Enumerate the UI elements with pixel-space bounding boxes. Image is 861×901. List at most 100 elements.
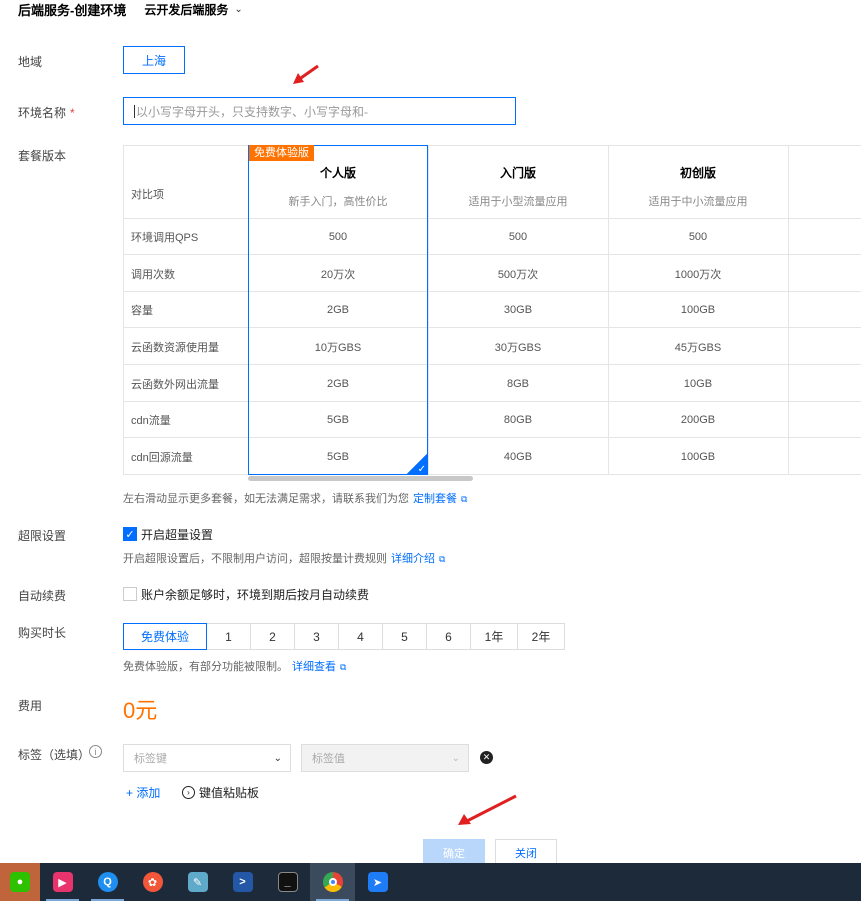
duration-option[interactable]: 1年 — [470, 623, 518, 650]
external-link-icon: ⧉ — [340, 662, 347, 672]
play-circle-icon: › — [182, 786, 195, 799]
plan-desc: 适用于中小流量应用 — [648, 196, 748, 208]
powershell-icon[interactable]: > — [220, 863, 265, 901]
selected-plan-frame[interactable] — [248, 145, 428, 475]
annotation-arrow-icon — [293, 64, 319, 84]
plan-value-cell: 30GB — [428, 292, 608, 328]
plan-header-cell: 适用于 — [788, 145, 861, 219]
tags-label: 标签（选填） — [18, 748, 91, 762]
detail-view-link[interactable]: 详细查看 — [292, 661, 336, 673]
plan-value-cell: 10GB — [608, 366, 788, 402]
page-header: 后端服务-创建环境 云开发后端服务 ⌄ — [18, 0, 243, 18]
plan-value-cell: 1000万次 — [608, 256, 788, 292]
plan-row-headers: 对比项 环境调用QPS 调用次数 容量 云函数资源使用量 云函数外网出流量 cdn流量 cdn… — [123, 145, 248, 475]
info-icon[interactable]: i — [89, 745, 102, 758]
region-button[interactable]: 上海 — [123, 46, 185, 74]
wechat-icon[interactable]: ● — [0, 863, 40, 901]
horizontal-scrollbar[interactable] — [248, 476, 473, 481]
chevron-down-icon: ⌄ — [451, 752, 460, 764]
region-label: 地域 — [18, 55, 43, 69]
annotation-arrow-icon — [458, 794, 517, 825]
duration-option[interactable]: 免费体验 — [123, 623, 207, 650]
autorenew-checkbox[interactable] — [123, 587, 137, 601]
duration-options: 免费体验 1 2 3 4 5 6 1年 2年 — [123, 623, 565, 650]
row-header-cell: cdn流量 — [123, 402, 248, 438]
plan-name: 入门版 — [499, 166, 536, 180]
plan-value-cell: 80GB — [428, 402, 608, 438]
terminal-icon[interactable]: _ — [265, 863, 310, 901]
duration-option[interactable]: 2年 — [517, 623, 565, 650]
plan-value-cell — [788, 366, 861, 402]
row-header-cell: cdn回源流量 — [123, 439, 248, 475]
free-trial-tag: 免费体验版 — [249, 145, 314, 161]
page-title: 后端服务-创建环境 — [18, 2, 127, 18]
overlimit-label: 超限设置 — [18, 529, 67, 543]
overlimit-checkbox[interactable]: ✓ — [123, 527, 137, 541]
tag-value-select: 标签值 ⌄ — [301, 744, 469, 772]
plan-value-cell: 30万GBS — [428, 329, 608, 365]
plan-value-cell: 8GB — [428, 366, 608, 402]
autorenew-checkbox-label[interactable]: 账户余额足够时，环境到期后按月自动续费 — [141, 586, 369, 603]
plan-header-cell: 对比项 — [123, 145, 248, 219]
plan-value-cell: 6 — [788, 329, 861, 365]
row-header-cell: 调用次数 — [123, 256, 248, 292]
plan-label: 套餐版本 — [18, 149, 67, 163]
row-header-cell: 环境调用QPS — [123, 219, 248, 255]
duration-option[interactable]: 5 — [382, 623, 427, 650]
remove-tag-icon[interactable]: ✕ — [480, 751, 493, 764]
row-header-cell: 容量 — [123, 292, 248, 328]
plan-value-cell — [788, 292, 861, 328]
plan-value-cell: 40GB — [428, 439, 608, 475]
duration-option[interactable]: 4 — [338, 623, 383, 650]
service-dropdown[interactable]: 云开发后端服务 — [144, 1, 228, 18]
plan-value-cell: 500 — [608, 219, 788, 255]
weibo-like-icon[interactable]: ✿ — [130, 863, 175, 901]
add-tag-link[interactable]: + 添加 — [126, 784, 160, 801]
duration-option[interactable]: 3 — [294, 623, 339, 650]
search-app-icon[interactable]: Q — [85, 863, 130, 901]
duration-option[interactable]: 1 — [206, 623, 251, 650]
kv-clipboard-button[interactable]: › 键值粘贴板 — [182, 784, 259, 801]
pink-app-icon[interactable]: ▶ — [40, 863, 85, 901]
plan-table: 对比项 环境调用QPS 调用次数 容量 云函数资源使用量 云函数外网出流量 cdn流量 cdn… — [123, 145, 861, 481]
tag-key-placeholder: 标签键 — [134, 753, 167, 765]
plan-hint: 左右滑动显示更多套餐，如无法满足需求，请联系我们为您 定制套餐 ⧉ — [123, 493, 468, 505]
chevron-down-icon[interactable]: ⌄ — [234, 4, 242, 15]
notepad-icon[interactable]: ✎ — [175, 863, 220, 901]
plan-column[interactable]: 入门版 适用于小型流量应用 500 500万次 30GB 30万GBS 8GB 80GB 40G… — [428, 145, 608, 475]
plan-column[interactable]: 初创版 适用于中小流量应用 500 1000万次 100GB 45万GBS 10GB 200G… — [608, 145, 788, 475]
row-header-cell: 云函数外网出流量 — [123, 366, 248, 402]
plan-value-cell: 100GB — [608, 292, 788, 328]
fee-label: 费用 — [18, 699, 43, 713]
required-mark: * — [70, 106, 75, 120]
plan-column[interactable]: 适用于 2 6 — [788, 145, 861, 475]
plan-value-cell: 45万GBS — [608, 329, 788, 365]
env-name-input[interactable]: 以小写字母开头，只支持数字、小写字母和- — [123, 97, 516, 125]
detail-intro-link[interactable]: 详细介绍 — [391, 553, 435, 565]
autorenew-label: 自动续费 — [18, 589, 67, 603]
env-name-label: 环境名称 * — [18, 106, 75, 120]
selected-check-icon: ✓ — [406, 453, 428, 475]
tag-key-select[interactable]: 标签键 ⌄ — [123, 744, 291, 772]
duration-label: 购买时长 — [18, 626, 67, 640]
feishu-icon[interactable]: ➤ — [355, 863, 400, 901]
tag-value-placeholder: 标签值 — [312, 753, 345, 765]
env-name-placeholder: 以小写字母开头，只支持数字、小写字母和- — [136, 104, 368, 119]
plan-value-cell: 500 — [428, 219, 608, 255]
chrome-icon[interactable] — [310, 863, 355, 901]
fee-value: 0元 — [123, 698, 158, 723]
custom-plan-link[interactable]: 定制套餐 — [413, 493, 457, 505]
duration-hint: 免费体验版，有部分功能被限制。 详细查看 ⧉ — [123, 661, 347, 673]
duration-option[interactable]: 6 — [426, 623, 471, 650]
plan-value-cell — [788, 219, 861, 255]
plan-value-cell: 200GB — [608, 402, 788, 438]
plan-desc: 适用于小型流量应用 — [468, 196, 568, 208]
overlimit-checkbox-label[interactable]: 开启超量设置 — [141, 526, 213, 543]
taskbar: ● ▶ Q ✿ ✎ > _ ➤ — [0, 863, 861, 901]
plan-value-cell: 2 — [788, 256, 861, 292]
plan-value-cell: 100GB — [608, 439, 788, 475]
duration-option[interactable]: 2 — [250, 623, 295, 650]
text-caret — [134, 104, 135, 118]
plan-value-cell — [788, 439, 861, 475]
plan-name: 初创版 — [679, 166, 716, 180]
